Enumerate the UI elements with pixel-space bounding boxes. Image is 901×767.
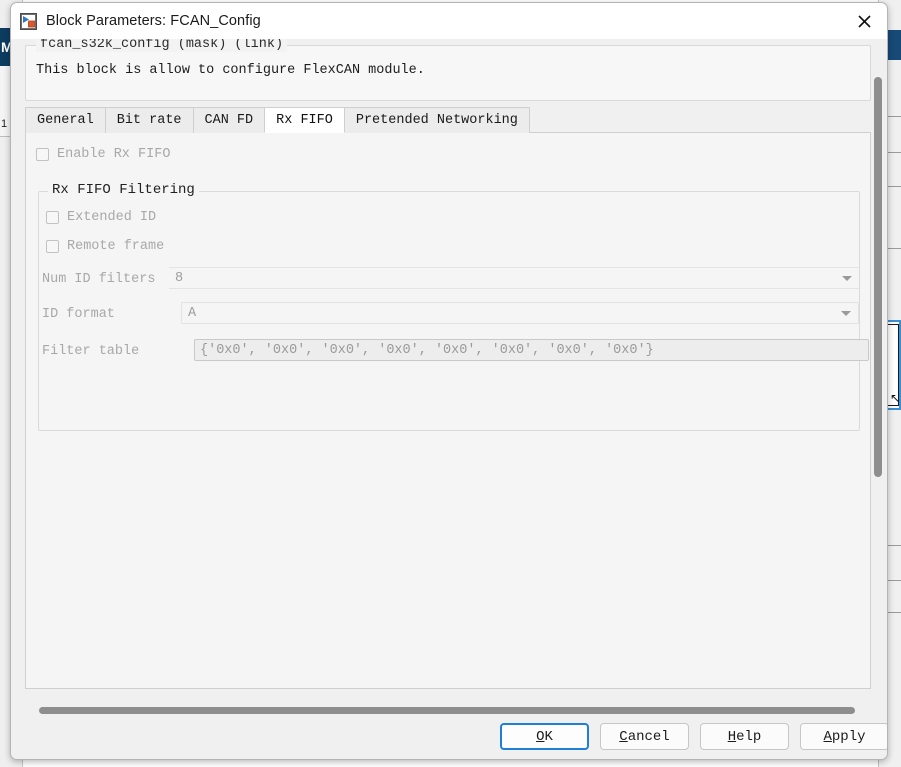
- id-format-combobox[interactable]: A: [181, 302, 859, 324]
- mask-info-group: fcan_s32k_config (mask) (link) This bloc…: [25, 39, 871, 101]
- dialog-scroll-view: fcan_s32k_config (mask) (link) This bloc…: [13, 39, 871, 701]
- help-button-label: elp: [736, 728, 762, 745]
- remote-frame-checkbox[interactable]: [46, 240, 59, 253]
- block-parameters-dialog: Block Parameters: FCAN_Config fcan_s32k_…: [10, 2, 888, 760]
- apply-button-label: pply: [831, 728, 866, 745]
- tab-rx-fifo[interactable]: Rx FIFO: [264, 107, 345, 133]
- tab-strip: General Bit rate CAN FD Rx FIFO Pretende…: [25, 107, 871, 133]
- dialog-title: Block Parameters: FCAN_Config: [46, 13, 261, 29]
- ok-button-mnemonic: O: [536, 728, 545, 745]
- tab-bit-rate[interactable]: Bit rate: [104, 107, 194, 133]
- num-id-filters-value: 8: [175, 270, 184, 286]
- id-format-label: ID format: [42, 307, 115, 322]
- apply-button[interactable]: Apply: [800, 723, 887, 750]
- remote-frame-label: Remote frame: [67, 239, 165, 254]
- filter-table-input[interactable]: {'0x0', '0x0', '0x0', '0x0', '0x0', '0x0…: [194, 339, 869, 361]
- extended-id-label: Extended ID: [67, 210, 157, 225]
- ok-button-label: K: [544, 728, 553, 745]
- rx-fifo-panel: Enable Rx FIFO Rx FIFO Filtering Extende…: [25, 133, 871, 689]
- chevron-down-icon[interactable]: [842, 276, 852, 281]
- enable-rx-fifo-checkbox-row[interactable]: Enable Rx FIFO: [36, 147, 170, 162]
- mask-name-legend: fcan_s32k_config (mask) (link): [36, 39, 288, 52]
- tab-general[interactable]: General: [25, 107, 106, 133]
- dialog-footer: OK Cancel Help Apply: [11, 715, 887, 759]
- filter-table-value: {'0x0', '0x0', '0x0', '0x0', '0x0', '0x0…: [200, 342, 654, 358]
- help-button[interactable]: Help: [700, 723, 789, 750]
- background-row-number: 1: [1, 118, 8, 130]
- background-block-glyph: ↖: [889, 391, 900, 405]
- remote-frame-checkbox-row[interactable]: Remote frame: [46, 239, 164, 254]
- dialog-body: fcan_s32k_config (mask) (link) This bloc…: [11, 39, 887, 717]
- ok-button[interactable]: OK: [500, 723, 589, 750]
- vertical-scrollbar[interactable]: [872, 39, 885, 701]
- rx-fifo-filtering-legend: Rx FIFO Filtering: [48, 182, 199, 198]
- id-format-value: A: [188, 305, 197, 321]
- chevron-down-icon[interactable]: [841, 311, 851, 316]
- cancel-button-label: ancel: [627, 728, 670, 745]
- extended-id-checkbox-row[interactable]: Extended ID: [46, 210, 156, 225]
- mask-description: This block is allow to configure FlexCAN…: [36, 63, 425, 78]
- enable-rx-fifo-label: Enable Rx FIFO: [57, 147, 171, 162]
- cancel-button[interactable]: Cancel: [600, 723, 689, 750]
- screen: M 1 ↖ Block Parameters: FCAN_Config fcan…: [0, 0, 901, 767]
- vertical-scrollbar-thumb[interactable]: [874, 77, 882, 477]
- enable-rx-fifo-checkbox[interactable]: [36, 148, 49, 161]
- rx-fifo-filtering-group: Rx FIFO Filtering Extended ID Remote fra…: [38, 182, 869, 431]
- tab-can-fd[interactable]: CAN FD: [192, 107, 266, 133]
- cancel-button-mnemonic: C: [619, 728, 628, 745]
- simulink-block-icon: [20, 12, 37, 30]
- apply-button-mnemonic: A: [823, 728, 832, 745]
- horizontal-scrollbar-thumb[interactable]: [39, 707, 855, 714]
- num-id-filters-combobox[interactable]: 8: [169, 267, 859, 289]
- extended-id-checkbox[interactable]: [46, 211, 59, 224]
- filter-table-label: Filter table: [42, 344, 140, 359]
- dialog-titlebar: Block Parameters: FCAN_Config: [11, 3, 887, 39]
- num-id-filters-label: Num ID filters: [42, 272, 156, 287]
- close-icon[interactable]: [842, 3, 887, 39]
- tab-pretended-networking[interactable]: Pretended Networking: [343, 107, 530, 133]
- help-button-mnemonic: H: [727, 728, 737, 745]
